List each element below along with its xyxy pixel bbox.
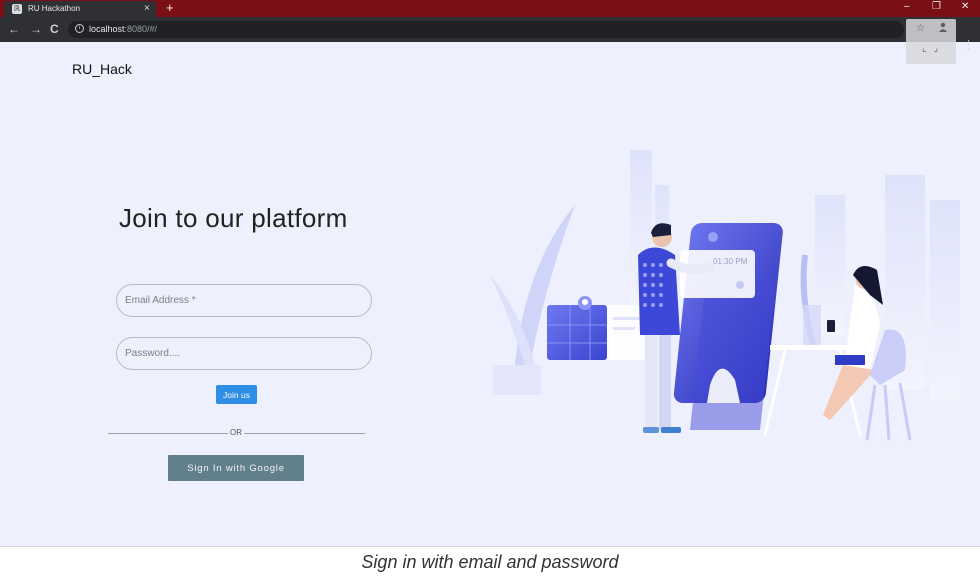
plant-left xyxy=(490,205,575,395)
minimize-button[interactable]: – xyxy=(904,1,910,13)
info-icon[interactable]: i xyxy=(75,24,84,33)
divider-line xyxy=(0,546,980,547)
password-field[interactable] xyxy=(116,337,372,370)
browser-toolbar: ← → C i localhost:8080/#/ ⋮ xyxy=(0,17,980,51)
browser-tab-bar: ℝ RU Hackathon × + – ❐ ✕ xyxy=(0,0,980,17)
maximize-button[interactable]: ❐ xyxy=(932,1,941,13)
extension-overlay: ☆ ⌞ ⌟ xyxy=(906,19,956,64)
forward-button[interactable]: → xyxy=(30,22,42,36)
google-sign-in-button[interactable]: Sign In with Google xyxy=(168,455,304,481)
url-host: localhost xyxy=(89,24,125,34)
profile-icon[interactable] xyxy=(938,22,948,32)
brand-logo-text[interactable]: RU_Hack xyxy=(72,61,132,77)
url-path: :8080/#/ xyxy=(124,24,158,34)
tab-close-icon[interactable]: × xyxy=(144,3,150,15)
phone-time-label: 01:30 PM xyxy=(713,257,748,266)
hero-illustration: 01:30 PM xyxy=(490,150,960,441)
tab-title: RU Hackathon xyxy=(28,4,81,13)
browser-menu-icon[interactable]: ⋮ xyxy=(963,38,974,51)
back-button[interactable]: ← xyxy=(8,22,20,36)
favicon-icon: ℝ xyxy=(12,4,22,14)
page-title: Join to our platform xyxy=(119,203,348,233)
url-text: localhost:8080/#/ xyxy=(89,24,157,35)
address-bar[interactable]: i localhost:8080/#/ xyxy=(68,21,904,38)
phone-illustration: 01:30 PM xyxy=(673,223,783,430)
email-field[interactable] xyxy=(116,284,372,317)
or-label: OR xyxy=(228,428,244,438)
fullscreen-icon[interactable]: ⌞ ⌟ xyxy=(922,43,940,54)
close-window-button[interactable]: ✕ xyxy=(961,1,969,13)
browser-tab[interactable]: ℝ RU Hackathon × xyxy=(4,1,156,17)
bookmark-star-icon[interactable]: ☆ xyxy=(916,23,925,34)
reload-button[interactable]: C xyxy=(50,22,59,36)
join-button[interactable]: Join us xyxy=(216,385,257,404)
app-screen: ℝ RU Hackathon × + – ❐ ✕ ← → C i localho… xyxy=(0,0,980,547)
new-tab-button[interactable]: + xyxy=(166,1,174,15)
map-card xyxy=(547,296,647,360)
figure-caption: Sign in with email and password xyxy=(361,552,619,572)
